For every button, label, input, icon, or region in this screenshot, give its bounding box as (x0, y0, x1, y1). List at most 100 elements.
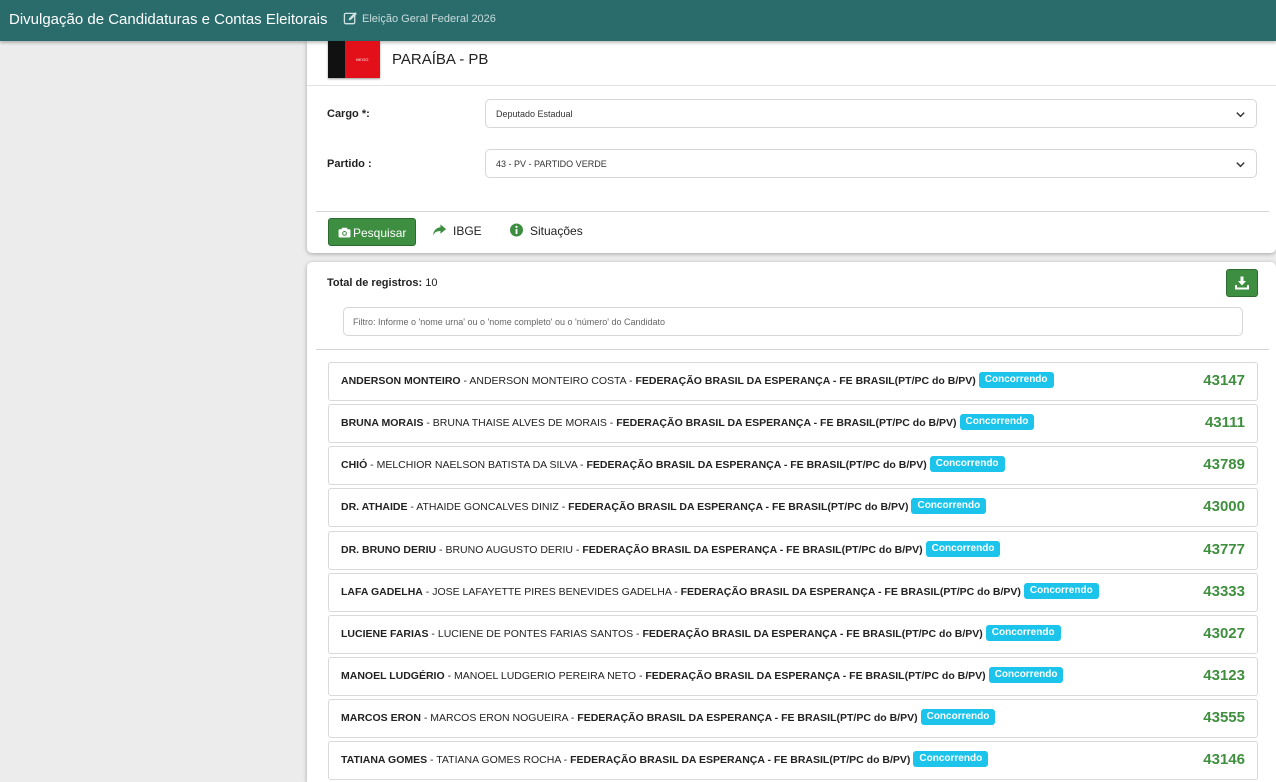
search-button[interactable]: Pesquisar (328, 218, 416, 246)
candidate-full-name: BRUNO AUGUSTO DERIU (445, 544, 574, 556)
candidate-row[interactable]: LUCIENE FARIAS - LUCIENE DE PONTES FARIA… (328, 615, 1258, 654)
candidate-filter-input[interactable] (343, 307, 1243, 336)
candidate-full-name: BRUNA THAISE ALVES DE MORAIS (432, 417, 607, 429)
status-badge: Concorrendo (920, 709, 996, 726)
candidate-federation: FEDERAÇÃO BRASIL DA ESPERANÇA - FE BRASI… (635, 375, 976, 387)
candidate-full-name: MELCHIOR NAELSON BATISTA DA SILVA (376, 459, 578, 471)
top-bar: Divulgação de Candidaturas e Contas Elei… (0, 0, 1276, 41)
total-records: Total de registros: 10 (327, 277, 437, 289)
cargo-select[interactable]: Deputado Estadual (485, 99, 1257, 128)
candidate-number: 43147 (1203, 372, 1245, 389)
candidate-federation: FEDERAÇÃO BRASIL DA ESPERANÇA - FE BRASI… (568, 501, 909, 513)
election-name: Eleição Geral Federal 2026 (362, 13, 496, 25)
candidate-info: ANDERSON MONTEIRO - ANDERSON MONTEIRO CO… (341, 363, 1054, 400)
divider (316, 349, 1269, 350)
candidate-ballot-name: MANOEL LUDGÉRIO (341, 670, 445, 682)
edit-icon[interactable] (343, 11, 358, 26)
partido-selected-value: 43 - PV - PARTIDO VERDE (496, 159, 607, 169)
state-flag (328, 41, 380, 78)
candidate-federation: FEDERAÇÃO BRASIL DA ESPERANÇA - FE BRASI… (616, 417, 957, 429)
candidate-row[interactable]: LAFA GADELHA - JOSE LAFAYETTE PIRES BENE… (328, 573, 1258, 612)
state-flag-text: NEGO (356, 57, 369, 62)
search-button-label: Pesquisar (353, 226, 407, 240)
status-badge: Concorrendo (925, 541, 1001, 558)
candidate-full-name: TATIANA GOMES ROCHA (436, 754, 561, 766)
candidate-number: 43000 (1203, 498, 1245, 515)
camera-icon (338, 227, 351, 238)
candidate-ballot-name: LAFA GADELHA (341, 586, 423, 598)
candidate-ballot-name: LUCIENE FARIAS (341, 628, 429, 640)
candidate-ballot-name: ANDERSON MONTEIRO (341, 375, 461, 387)
candidate-row[interactable]: BRUNA MORAIS - BRUNA THAISE ALVES DE MOR… (328, 404, 1258, 443)
divider (307, 85, 1276, 86)
candidate-number: 43123 (1203, 667, 1245, 684)
candidate-federation: FEDERAÇÃO BRASIL DA ESPERANÇA - FE BRASI… (586, 459, 927, 471)
info-icon (510, 223, 523, 237)
candidate-info: BRUNA MORAIS - BRUNA THAISE ALVES DE MOR… (341, 405, 1035, 442)
candidate-number: 43333 (1203, 583, 1245, 600)
candidate-number: 43777 (1203, 541, 1245, 558)
status-badge: Concorrendo (985, 625, 1061, 642)
candidate-number: 43146 (1203, 751, 1245, 768)
candidate-full-name: ATHAIDE GONCALVES DINIZ (416, 501, 559, 513)
state-title: PARAÍBA - PB (392, 51, 489, 68)
status-badge: Concorrendo (913, 751, 989, 768)
candidate-full-name: MARCOS ERON NOGUEIRA (430, 712, 568, 724)
download-button[interactable] (1226, 269, 1258, 297)
candidate-info: LAFA GADELHA - JOSE LAFAYETTE PIRES BENE… (341, 574, 1099, 611)
candidate-full-name: JOSE LAFAYETTE PIRES BENEVIDES GADELHA (432, 586, 672, 598)
status-badge: Concorrendo (1023, 583, 1099, 600)
partido-select[interactable]: 43 - PV - PARTIDO VERDE (485, 149, 1257, 178)
candidate-federation: FEDERAÇÃO BRASIL DA ESPERANÇA - FE BRASI… (570, 754, 911, 766)
candidate-info: LUCIENE FARIAS - LUCIENE DE PONTES FARIA… (341, 616, 1061, 653)
candidate-info: MARCOS ERON - MARCOS ERON NOGUEIRA - FED… (341, 700, 996, 737)
candidate-ballot-name: MARCOS ERON (341, 712, 421, 724)
candidate-info: CHIÓ - MELCHIOR NAELSON BATISTA DA SILVA… (341, 447, 1005, 484)
status-badge: Concorrendo (911, 498, 987, 515)
candidate-number: 43789 (1203, 456, 1245, 473)
chevron-down-icon (1236, 162, 1245, 168)
status-badge: Concorrendo (959, 414, 1035, 431)
candidate-federation: FEDERAÇÃO BRASIL DA ESPERANÇA - FE BRASI… (582, 544, 923, 556)
candidate-federation: FEDERAÇÃO BRASIL DA ESPERANÇA - FE BRASI… (577, 712, 918, 724)
situacoes-link[interactable]: Situações (530, 224, 583, 238)
total-records-value: 10 (425, 277, 438, 289)
search-card (307, 41, 1276, 253)
candidate-ballot-name: BRUNA MORAIS (341, 417, 424, 429)
app-title: Divulgação de Candidaturas e Contas Elei… (9, 11, 328, 28)
status-badge: Concorrendo (988, 667, 1064, 684)
candidate-federation: FEDERAÇÃO BRASIL DA ESPERANÇA - FE BRASI… (642, 628, 983, 640)
candidate-full-name: ANDERSON MONTEIRO COSTA (469, 375, 627, 387)
candidate-ballot-name: DR. ATHAIDE (341, 501, 408, 513)
candidate-ballot-name: DR. BRUNO DERIU (341, 544, 437, 556)
candidate-full-name: MANOEL LUDGERIO PEREIRA NETO (454, 670, 637, 682)
download-icon (1235, 276, 1249, 290)
candidate-ballot-name: CHIÓ (341, 459, 368, 471)
candidate-row[interactable]: DR. BRUNO DERIU - BRUNO AUGUSTO DERIU - … (328, 531, 1258, 570)
candidate-row[interactable]: CHIÓ - MELCHIOR NAELSON BATISTA DA SILVA… (328, 446, 1258, 485)
candidate-info: MANOEL LUDGÉRIO - MANOEL LUDGERIO PEREIR… (341, 658, 1064, 695)
total-records-label: Total de registros: (327, 277, 423, 289)
candidate-row[interactable]: DR. ATHAIDE - ATHAIDE GONCALVES DINIZ - … (328, 488, 1258, 527)
candidate-number: 43111 (1204, 414, 1245, 431)
candidate-row[interactable]: MANOEL LUDGÉRIO - MANOEL LUDGERIO PEREIR… (328, 657, 1258, 696)
candidate-info: DR. ATHAIDE - ATHAIDE GONCALVES DINIZ - … (341, 489, 987, 526)
candidate-info: DR. BRUNO DERIU - BRUNO AUGUSTO DERIU - … (341, 532, 1001, 569)
status-badge: Concorrendo (929, 456, 1005, 473)
candidate-info: TATIANA GOMES - TATIANA GOMES ROCHA - FE… (341, 742, 989, 779)
candidate-full-name: LUCIENE DE PONTES FARIAS SANTOS (437, 628, 634, 640)
candidate-row[interactable]: ANDERSON MONTEIRO - ANDERSON MONTEIRO CO… (328, 362, 1258, 401)
candidate-federation: FEDERAÇÃO BRASIL DA ESPERANÇA - FE BRASI… (645, 670, 986, 682)
cargo-label: Cargo *: (327, 108, 370, 120)
partido-label: Partido : (327, 158, 372, 170)
chevron-down-icon (1236, 112, 1245, 118)
candidate-ballot-name: TATIANA GOMES (341, 754, 428, 766)
status-badge: Concorrendo (978, 372, 1054, 389)
candidate-row[interactable]: MARCOS ERON - MARCOS ERON NOGUEIRA - FED… (328, 699, 1258, 738)
ibge-link[interactable]: IBGE (453, 224, 482, 238)
cargo-selected-value: Deputado Estadual (496, 109, 573, 119)
share-icon (432, 224, 447, 236)
divider (316, 211, 1269, 212)
candidate-row[interactable]: TATIANA GOMES - TATIANA GOMES ROCHA - FE… (328, 741, 1258, 780)
candidate-federation: FEDERAÇÃO BRASIL DA ESPERANÇA - FE BRASI… (680, 586, 1021, 598)
